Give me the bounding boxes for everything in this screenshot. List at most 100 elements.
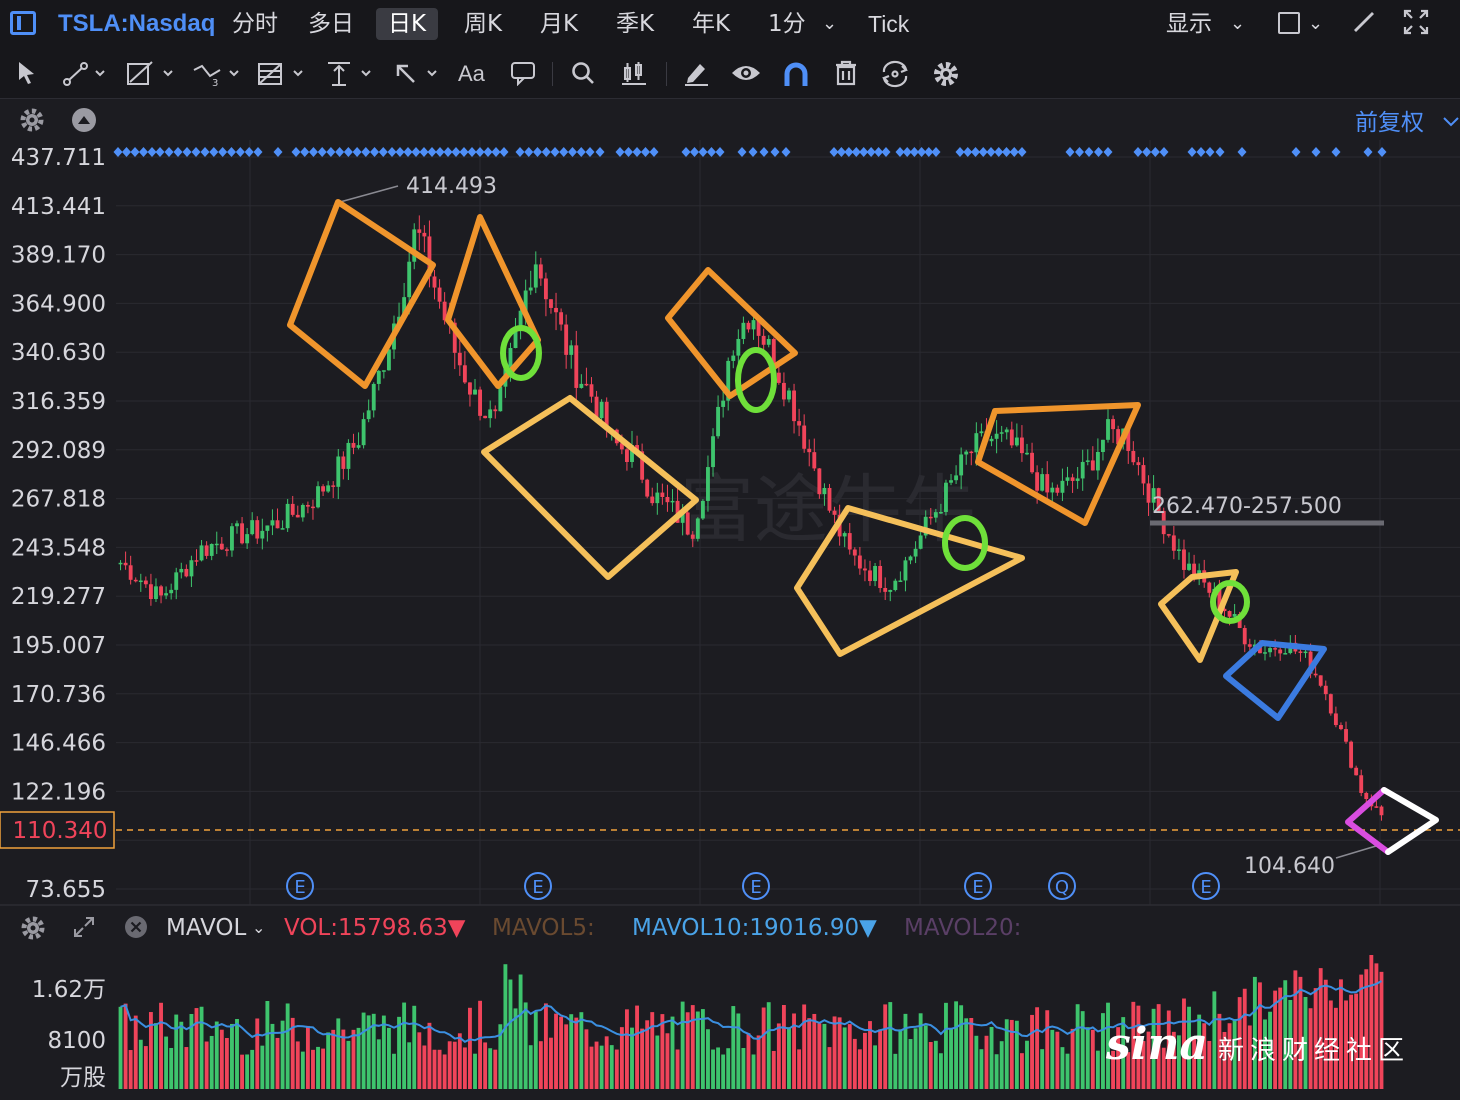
- candle-body: [468, 382, 472, 395]
- fullscreen-icon[interactable]: [1402, 8, 1430, 40]
- candle-body: [969, 451, 974, 454]
- volume-bar: [194, 1008, 199, 1089]
- adjust-label[interactable]: 前复权: [1355, 110, 1424, 136]
- volume-bar: [255, 1018, 260, 1089]
- volume-bar: [528, 1045, 533, 1089]
- volume-bar: [508, 979, 513, 1089]
- square-icon[interactable]: [1278, 12, 1300, 34]
- tab-monthly-k[interactable]: 月K: [540, 8, 578, 40]
- fibonacci-tool-icon[interactable]: [256, 60, 306, 88]
- event-diamond: [994, 147, 1004, 157]
- symbol-label[interactable]: TSLA:Nasdaq: [58, 8, 215, 40]
- chevron-down-icon[interactable]: [1443, 117, 1459, 127]
- candle-body: [589, 384, 594, 397]
- gear-icon[interactable]: [20, 915, 46, 945]
- candle-body: [199, 545, 204, 561]
- candle-icon[interactable]: [620, 60, 648, 88]
- event-diamond: [515, 147, 525, 157]
- volume-bar: [822, 1023, 827, 1089]
- eye-icon[interactable]: [730, 60, 762, 88]
- candle-body: [832, 510, 837, 515]
- display-dropdown[interactable]: 显示: [1166, 8, 1212, 40]
- tab-weekly-k[interactable]: 周K: [464, 8, 502, 40]
- candle-body: [533, 264, 538, 288]
- brush-icon[interactable]: [1350, 8, 1376, 40]
- volume-bar: [1030, 1014, 1034, 1089]
- price-tick-label: 73.655: [26, 877, 106, 903]
- price-tick-label: 267.818: [11, 487, 106, 513]
- candle-body: [1283, 653, 1288, 655]
- candle-body: [300, 504, 305, 518]
- arrow-tool-icon[interactable]: [394, 60, 442, 88]
- trash-icon[interactable]: [834, 60, 858, 88]
- event-diamond: [971, 147, 980, 157]
- event-diamond: [770, 147, 780, 157]
- candle-body: [351, 442, 356, 448]
- chevron-down-icon[interactable]: ⌄: [822, 8, 837, 40]
- price-tick-label: 437.711: [11, 145, 106, 171]
- candle-body: [1313, 673, 1318, 676]
- gear-icon[interactable]: [932, 60, 960, 88]
- volume-bar: [959, 1005, 964, 1089]
- candle-body: [1040, 474, 1045, 491]
- candle-body: [1131, 450, 1136, 463]
- chevron-down-icon[interactable]: ⌄: [252, 913, 265, 943]
- event-markers[interactable]: EEEEQE: [286, 872, 1220, 900]
- candle-body: [422, 232, 427, 237]
- vertical-measure-icon[interactable]: [326, 60, 376, 88]
- magnet-icon[interactable]: [782, 60, 810, 88]
- tab-multiday[interactable]: 多日: [308, 8, 354, 40]
- volume-bar: [726, 1048, 731, 1089]
- volume-bar: [614, 1049, 619, 1089]
- polyline-tool-icon[interactable]: [126, 60, 176, 88]
- candle-body: [1323, 685, 1328, 695]
- chart-layout-icon[interactable]: [10, 11, 36, 35]
- volume-axis-label: 1.62万: [32, 977, 106, 1003]
- event-diamond: [1196, 147, 1206, 157]
- tab-intraday[interactable]: 分时: [232, 8, 278, 40]
- tab-yearly-k[interactable]: 年K: [692, 8, 730, 40]
- tab-tick[interactable]: Tick: [868, 8, 909, 40]
- candle-body: [240, 523, 244, 544]
- volume-bar: [214, 1021, 219, 1089]
- tab-daily-k[interactable]: 日K: [376, 8, 439, 40]
- gear-icon[interactable]: [20, 108, 44, 132]
- tab-quarterly-k[interactable]: 季K: [616, 8, 654, 40]
- candle-body: [219, 543, 224, 550]
- event-diamond: [533, 147, 542, 157]
- volume-bar: [635, 1005, 639, 1089]
- tab-1min[interactable]: 1分: [768, 8, 806, 40]
- cursor-icon[interactable]: [16, 60, 38, 88]
- candle-body: [224, 549, 229, 551]
- text-tool[interactable]: Aa: [458, 60, 485, 88]
- chevron-down-icon[interactable]: ⌄: [1308, 8, 1323, 40]
- high-pointer: [339, 185, 399, 203]
- sync-icon[interactable]: [880, 60, 910, 88]
- divider: [552, 62, 553, 86]
- search-icon[interactable]: [570, 60, 596, 88]
- candle-body: [1187, 563, 1191, 570]
- volume-bar: [984, 1035, 989, 1089]
- volume-bar: [518, 974, 523, 1089]
- candle-body: [148, 584, 153, 599]
- volume-bar: [174, 1014, 179, 1089]
- candle-body: [1136, 462, 1141, 466]
- watermark-text: 新浪财经社区: [1217, 1036, 1410, 1066]
- volume-bar: [938, 1053, 943, 1089]
- chevron-down-icon[interactable]: ⌄: [1230, 8, 1245, 40]
- close-icon[interactable]: [124, 915, 148, 943]
- volume-bar: [756, 1035, 761, 1089]
- comment-icon[interactable]: [510, 60, 536, 88]
- event-diamond: [291, 147, 301, 157]
- volume-bar: [478, 1000, 483, 1089]
- expand-icon[interactable]: [72, 915, 96, 943]
- indicator-select[interactable]: MAVOL: [166, 913, 246, 943]
- volume-bar: [1085, 1027, 1090, 1089]
- line-tool-icon[interactable]: [62, 60, 108, 88]
- volume-bar: [771, 1050, 776, 1089]
- candle-body: [1070, 477, 1075, 481]
- volume-bar: [204, 1041, 209, 1089]
- wave-tool-icon[interactable]: 3: [192, 60, 242, 89]
- collapse-icon[interactable]: [72, 108, 96, 132]
- pen-icon[interactable]: [682, 60, 710, 88]
